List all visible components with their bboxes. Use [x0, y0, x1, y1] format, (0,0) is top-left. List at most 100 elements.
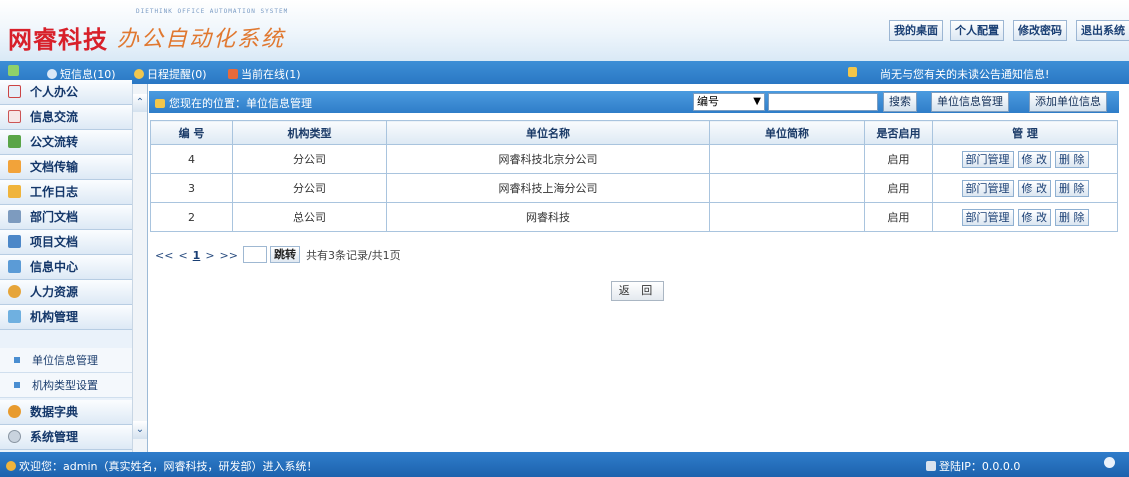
file-transfer-icon — [8, 160, 21, 173]
toolbar: 短信息(10) 日程提醒(0) 当前在线(1) 尚无与您有关的未读公告通知信息! — [0, 61, 1129, 84]
sidebar-item-system-management[interactable]: 系统管理 — [0, 425, 132, 450]
header: DIETHINK OFFICE AUTOMATION SYSTEM 网睿科技 办… — [0, 0, 1129, 61]
prev-page-link[interactable]: < — [178, 249, 187, 262]
delete-button[interactable]: 删 除 — [1055, 150, 1089, 168]
toolbar-app-icon — [8, 65, 22, 78]
table-header-row: 编 号 机构类型 单位名称 单位简称 是否启用 管 理 — [150, 120, 1118, 145]
sidebar-sub-org-type[interactable]: 机构类型设置 — [0, 373, 132, 398]
table-row: 3 分公司 网睿科技上海分公司 启用 部门管理修 改删 除 — [150, 173, 1118, 203]
cell-enabled: 启用 — [864, 144, 933, 174]
last-page-link[interactable]: >> — [220, 249, 238, 262]
table-row: 2 总公司 网睿科技 启用 部门管理修 改删 除 — [150, 202, 1118, 232]
login-ip-label: 登陆IP：0.0.0.0 — [939, 460, 1021, 473]
login-ip: 登陆IP：0.0.0.0 — [926, 458, 1020, 474]
sidebar-item-hr[interactable]: 人力资源 — [0, 280, 132, 305]
sidebar-item-file-transfer[interactable]: 文档传输 — [0, 155, 132, 180]
location-icon — [155, 99, 165, 108]
col-header-name[interactable]: 单位名称 — [386, 120, 710, 145]
col-header-id[interactable]: 编 号 — [150, 120, 233, 145]
add-unit-button[interactable]: 添加单位信息 — [1029, 92, 1107, 112]
sidebar-item-dept-docs[interactable]: 部门文档 — [0, 205, 132, 230]
sidebar-item-label: 系统管理 — [30, 430, 79, 444]
edit-button[interactable]: 修 改 — [1017, 179, 1051, 197]
back-button[interactable]: 返 回 — [611, 281, 664, 301]
col-header-short[interactable]: 单位简称 — [709, 120, 865, 145]
welcome-text: 欢迎您：admin（真实姓名，网睿科技，研发部）进入系统！ — [6, 458, 317, 474]
scroll-down-icon[interactable]: ⌄ — [133, 421, 147, 439]
sidebar: 个人办公 信息交流 公文流转 文档传输 工作日志 部门文档 项目文档 信息中心 … — [0, 80, 148, 452]
search-input[interactable] — [768, 93, 878, 111]
info-icon[interactable] — [1104, 457, 1118, 470]
sidebar-sub-unit-info[interactable]: 单位信息管理 — [0, 348, 132, 373]
my-desktop-button[interactable]: 我的桌面 — [889, 20, 943, 41]
online-users-label: 当前在线(1) — [241, 68, 301, 81]
notice-text[interactable]: 尚无与您有关的未读公告通知信息! — [880, 66, 1049, 82]
search-button[interactable]: 搜索 — [883, 92, 917, 112]
sidebar-item-work-log[interactable]: 工作日志 — [0, 180, 132, 205]
sidebar-item-label: 机构管理 — [30, 310, 79, 324]
cell-enabled: 启用 — [864, 202, 933, 232]
status-bar: 欢迎您：admin（真实姓名，网睿科技，研发部）进入系统！ 登陆IP：0.0.0… — [0, 452, 1129, 477]
info-exchange-icon — [8, 110, 21, 123]
bullet-icon — [14, 357, 20, 363]
col-header-type[interactable]: 机构类型 — [232, 120, 387, 145]
delete-button[interactable]: 删 除 — [1055, 179, 1089, 197]
sidebar-item-label: 部门文档 — [30, 210, 79, 224]
sidebar-item-info-center[interactable]: 信息中心 — [0, 255, 132, 280]
delete-button[interactable]: 删 除 — [1055, 208, 1089, 226]
sidebar-scrollbar[interactable]: ⌃ ⌄ — [132, 84, 147, 452]
sidebar-item-project-docs[interactable]: 项目文档 — [0, 230, 132, 255]
col-header-enabled[interactable]: 是否启用 — [864, 120, 933, 145]
dept-manage-button[interactable]: 部门管理 — [961, 150, 1014, 168]
sidebar-item-personal-office[interactable]: 个人办公 — [0, 80, 132, 105]
online-users-icon — [228, 69, 238, 79]
dept-docs-icon — [8, 210, 21, 223]
sidebar-item-label: 人力资源 — [30, 285, 79, 299]
data-dict-icon — [8, 405, 21, 418]
sidebar-item-label: 数据字典 — [30, 405, 79, 419]
sidebar-item-org-management[interactable]: 机构管理 — [0, 305, 132, 330]
sidebar-item-document-flow[interactable]: 公文流转 — [0, 130, 132, 155]
cell-id: 3 — [150, 173, 233, 203]
hr-icon — [8, 285, 21, 298]
sidebar-item-label: 公文流转 — [30, 135, 79, 149]
dept-manage-button[interactable]: 部门管理 — [961, 179, 1014, 197]
cell-actions: 部门管理修 改删 除 — [932, 173, 1118, 203]
cell-enabled: 启用 — [864, 173, 933, 203]
edit-button[interactable]: 修 改 — [1017, 150, 1051, 168]
page-number-input[interactable] — [242, 246, 267, 263]
cell-type: 分公司 — [232, 144, 387, 174]
first-page-link[interactable]: << — [155, 249, 173, 262]
sidebar-item-label: 信息中心 — [30, 260, 79, 274]
info-center-icon — [8, 260, 21, 273]
logout-button[interactable]: 退出系统 — [1076, 20, 1129, 41]
search-field-select[interactable]: 编号 ▼ — [693, 93, 765, 111]
work-log-icon — [8, 185, 21, 198]
unit-info-manage-button[interactable]: 单位信息管理 — [931, 92, 1009, 112]
change-password-button[interactable]: 修改密码 — [1013, 20, 1067, 41]
sidebar-item-info-exchange[interactable]: 信息交流 — [0, 105, 132, 130]
online-users-link[interactable]: 当前在线(1) — [228, 66, 301, 82]
sidebar-item-label: 个人办公 — [30, 85, 79, 99]
col-header-manage: 管 理 — [932, 120, 1118, 145]
schedule-link[interactable]: 日程提醒(0) — [134, 66, 207, 82]
unit-table: 编 号 机构类型 单位名称 单位简称 是否启用 管 理 4 分公司 网睿科技北京… — [150, 120, 1118, 232]
cell-name: 网睿科技上海分公司 — [386, 173, 710, 203]
sidebar-item-label: 项目文档 — [30, 235, 79, 249]
next-page-link[interactable]: > — [205, 249, 214, 262]
pager-summary: 共有3条记录/共1页 — [305, 249, 401, 262]
speaker-icon — [848, 66, 860, 79]
personal-config-button[interactable]: 个人配置 — [950, 20, 1004, 41]
edit-button[interactable]: 修 改 — [1017, 208, 1051, 226]
jump-button[interactable]: 跳转 — [269, 246, 300, 263]
sidebar-item-data-dict[interactable]: 数据字典 — [0, 400, 132, 425]
current-page-link[interactable]: 1 — [193, 249, 201, 262]
sidebar-item-label: 工作日志 — [30, 185, 79, 199]
org-management-icon — [8, 310, 21, 323]
bullet-icon — [14, 382, 20, 388]
system-management-icon — [8, 430, 21, 443]
logo-english-text: DIETHINK OFFICE AUTOMATION SYSTEM — [136, 8, 289, 15]
dept-manage-button[interactable]: 部门管理 — [961, 208, 1014, 226]
logo-brand: 网睿科技 — [8, 25, 108, 54]
scroll-up-icon[interactable]: ⌃ — [133, 94, 147, 112]
